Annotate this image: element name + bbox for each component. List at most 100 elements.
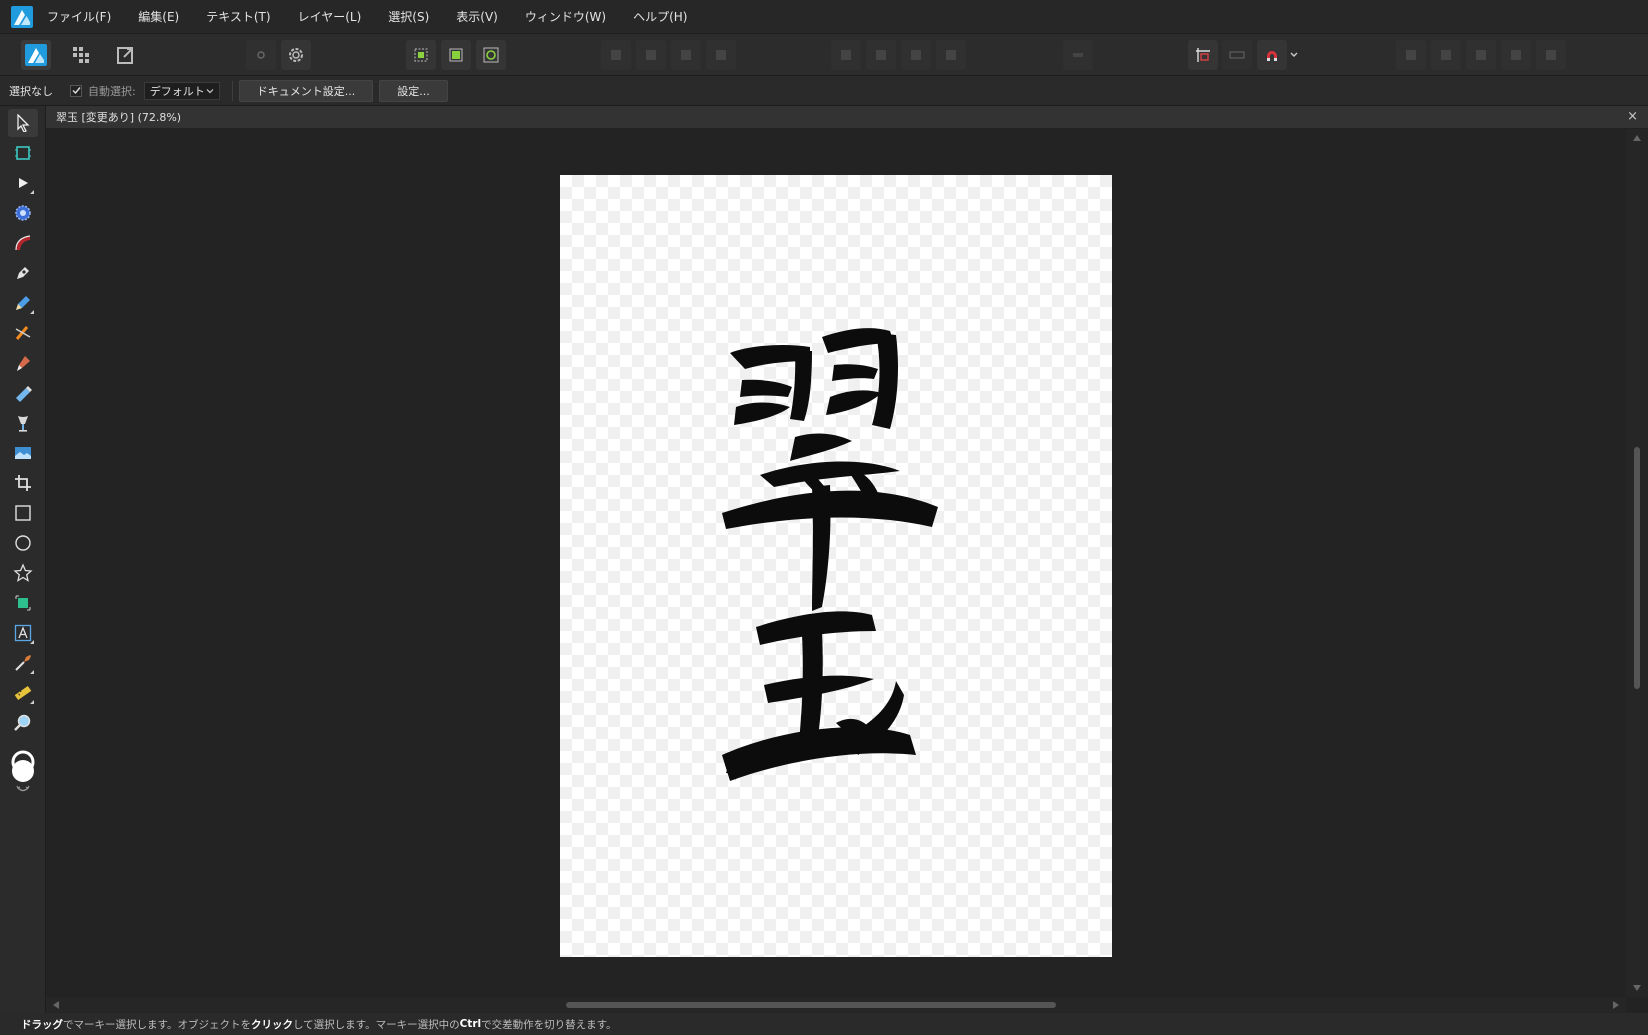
status-hint-ctrl: Ctrl <box>459 1018 482 1030</box>
menu-view[interactable]: 表示(V) <box>456 8 498 25</box>
scroll-left-icon[interactable] <box>53 1001 59 1009</box>
menu-file[interactable]: ファイル(F) <box>47 8 111 25</box>
transform-origin-button[interactable] <box>476 40 506 70</box>
tools-panel <box>0 106 46 1018</box>
export-persona-icon <box>117 47 133 64</box>
menu-edit[interactable]: 編集(E) <box>138 8 179 25</box>
snap-grid-button[interactable] <box>1188 40 1218 70</box>
flip-horizontal-button[interactable] <box>901 40 931 70</box>
menu-select[interactable]: 選択(S) <box>388 8 429 25</box>
align-options-button[interactable] <box>1063 40 1093 70</box>
scroll-up-icon[interactable] <box>1633 135 1641 141</box>
document-setup-button[interactable]: ドキュメント設定... <box>238 79 374 102</box>
flyout-corner-icon <box>30 700 34 704</box>
snapping-dropdown-button[interactable] <box>1287 40 1301 70</box>
export-persona-button[interactable] <box>111 40 141 70</box>
snapping-grid-icon <box>1196 48 1210 62</box>
vector-brush-tool[interactable] <box>8 229 38 257</box>
place-image-tool[interactable] <box>8 439 38 467</box>
preferences-button[interactable] <box>281 40 311 70</box>
vector-crop-tool[interactable] <box>8 319 38 347</box>
flyout-corner-icon <box>30 670 34 674</box>
crop-tool[interactable] <box>8 469 38 497</box>
scroll-right-icon[interactable] <box>1613 1001 1619 1009</box>
menu-layer[interactable]: レイヤー(L) <box>298 8 362 25</box>
chevron-down-icon <box>206 88 214 93</box>
star-tool[interactable] <box>8 559 38 587</box>
vertical-scrollbar[interactable] <box>1626 129 1648 997</box>
transform-objects-button[interactable] <box>441 40 471 70</box>
arrange-back-button[interactable] <box>671 40 701 70</box>
arrange-back-icon <box>681 50 691 60</box>
pen-tool[interactable] <box>8 259 38 287</box>
vector-crop-icon <box>15 326 31 340</box>
canvas-area[interactable] <box>46 129 1626 997</box>
arrange-backward-button[interactable] <box>706 40 736 70</box>
pencil-tool[interactable] <box>8 289 38 317</box>
boolean-subtract-button[interactable] <box>1431 40 1461 70</box>
rectangle-tool[interactable] <box>8 499 38 527</box>
close-document-icon[interactable]: × <box>1627 109 1638 124</box>
scroll-down-icon[interactable] <box>1633 985 1641 991</box>
arrange-backward-icon <box>716 50 726 60</box>
align-center-button[interactable] <box>866 40 896 70</box>
fill-tool[interactable] <box>8 409 38 437</box>
paint-brush-tool[interactable] <box>8 349 38 377</box>
node-tool[interactable] <box>8 169 38 197</box>
color-picker-tool[interactable] <box>8 649 38 677</box>
pixel-brush-tool[interactable] <box>8 379 38 407</box>
auto-select-checkbox[interactable] <box>70 84 82 97</box>
artboard-tool[interactable] <box>8 139 38 167</box>
horizontal-scroll-thumb[interactable] <box>566 1002 1056 1008</box>
toggle-cog-a-button[interactable] <box>246 40 276 70</box>
view-mode-button[interactable] <box>1222 40 1252 70</box>
arrange-front-button[interactable] <box>601 40 631 70</box>
boolean-xor-button[interactable] <box>1501 40 1531 70</box>
menu-window[interactable]: ウィンドウ(W) <box>525 8 606 25</box>
flip-vertical-button[interactable] <box>936 40 966 70</box>
status-hint-click: クリック <box>250 1018 293 1031</box>
isolate-button[interactable] <box>406 40 436 70</box>
horizontal-scrollbar[interactable] <box>46 997 1626 1013</box>
document-tab[interactable]: 翠玉 [変更あり] (72.8%) × <box>46 106 1648 129</box>
flyout-corner-icon <box>30 190 34 194</box>
menu-text[interactable]: テキスト(T) <box>206 8 270 25</box>
shape-tool[interactable] <box>8 589 38 617</box>
fill-tool-icon <box>18 416 28 432</box>
snapping-toggle-button[interactable] <box>1257 40 1287 70</box>
transform-bbox-icon <box>449 48 463 62</box>
frame-text-tool[interactable] <box>8 619 38 647</box>
calligraphy-artwork <box>722 328 938 781</box>
vertical-scroll-thumb[interactable] <box>1634 447 1640 689</box>
artboard[interactable] <box>560 175 1112 957</box>
color-swatches[interactable] <box>9 750 37 798</box>
move-tool[interactable] <box>8 109 38 137</box>
designer-persona-button[interactable] <box>21 40 51 70</box>
zoom-tool[interactable] <box>8 709 38 737</box>
ellipse-tool[interactable] <box>8 529 38 557</box>
magnet-icon <box>1267 51 1277 61</box>
boolean-add-button[interactable] <box>1396 40 1426 70</box>
arrange-forward-button[interactable] <box>636 40 666 70</box>
status-hint-drag: ドラッグ <box>21 1018 63 1031</box>
boolean-intersect-button[interactable] <box>1466 40 1496 70</box>
align-left-button[interactable] <box>831 40 861 70</box>
circle-small-icon <box>257 51 265 59</box>
node-tool-icon <box>19 178 28 188</box>
menu-help[interactable]: ヘルプ(H) <box>633 8 687 25</box>
menu-bar: ファイル(F) 編集(E) テキスト(T) レイヤー(L) 選択(S) 表示(V… <box>0 0 1648 34</box>
crop-tool-icon <box>15 475 31 491</box>
select-bbox-icon <box>414 48 428 62</box>
vector-brush-tool-icon <box>15 235 31 251</box>
measure-tool[interactable] <box>8 679 38 707</box>
corner-tool[interactable] <box>8 199 38 227</box>
flyout-corner-icon <box>30 310 34 314</box>
settings-button[interactable]: 設定... <box>379 79 448 102</box>
auto-select-dropdown[interactable]: デフォルト <box>143 81 220 100</box>
move-tool-icon <box>17 114 30 132</box>
pixel-persona-button[interactable] <box>66 40 96 70</box>
app-logo-icon[interactable] <box>11 5 33 28</box>
boolean-divide-button[interactable] <box>1536 40 1566 70</box>
main-toolbar <box>0 34 1648 76</box>
corner-tool-icon <box>15 205 31 221</box>
